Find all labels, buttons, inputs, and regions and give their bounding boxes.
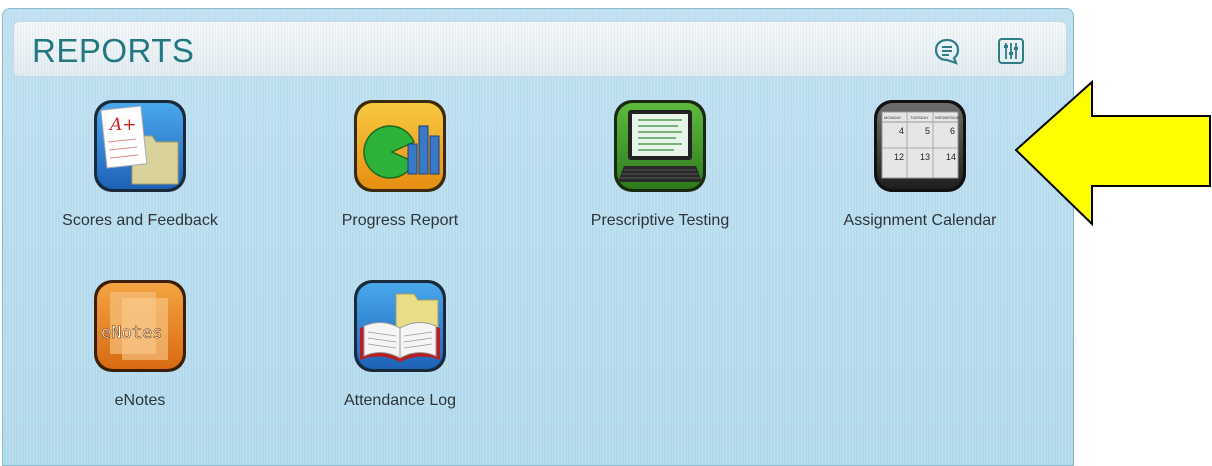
tile-label: Assignment Calendar — [843, 212, 997, 229]
tile-assignment-calendar[interactable]: MONDAY TUESDAY WEDNESDAY 4 5 6 12 13 14 … — [790, 98, 1050, 268]
attendance-log-icon — [354, 280, 446, 372]
page-title: REPORTS — [32, 32, 195, 69]
tile-label: Progress Report — [341, 212, 459, 229]
cal-day-label: MONDAY — [884, 115, 902, 120]
tile-attendance-log[interactable]: Attendance Log — [270, 278, 530, 448]
tile-progress-report[interactable]: Progress Report — [270, 98, 530, 268]
cal-date: 12 — [894, 152, 904, 162]
cal-date: 5 — [925, 126, 930, 136]
assignment-calendar-icon: MONDAY TUESDAY WEDNESDAY 4 5 6 12 13 14 — [874, 100, 966, 192]
tile-enotes[interactable]: eNotes eNotes — [10, 278, 270, 448]
tile-label: Prescriptive Testing — [590, 212, 730, 229]
cal-date: 6 — [950, 126, 955, 136]
tile-prescriptive-testing[interactable]: Prescriptive Testing — [530, 98, 790, 268]
scores-feedback-icon: A+ — [94, 100, 186, 192]
tile-label: Attendance Log — [343, 392, 457, 409]
reports-header: REPORTS — [13, 21, 1067, 77]
cal-date: 4 — [899, 126, 904, 136]
prescriptive-testing-icon — [614, 100, 706, 192]
settings-sliders-icon[interactable] — [996, 36, 1026, 66]
tile-label: eNotes — [114, 392, 166, 409]
chat-icon[interactable] — [932, 36, 962, 66]
tile-label: Scores and Feedback — [62, 212, 218, 229]
cal-day-label: TUESDAY — [910, 115, 929, 120]
enotes-text: eNotes — [101, 323, 162, 343]
progress-report-icon — [354, 100, 446, 192]
cal-day-label: WEDNESDAY — [935, 115, 961, 120]
cal-date: 14 — [946, 152, 956, 162]
cal-date: 13 — [920, 152, 930, 162]
score-text: A+ — [108, 115, 137, 135]
tile-scores-and-feedback[interactable]: A+ Scores and Feedback — [10, 98, 270, 268]
enotes-icon: eNotes — [94, 280, 186, 372]
yellow-arrow-icon — [1014, 80, 1211, 227]
